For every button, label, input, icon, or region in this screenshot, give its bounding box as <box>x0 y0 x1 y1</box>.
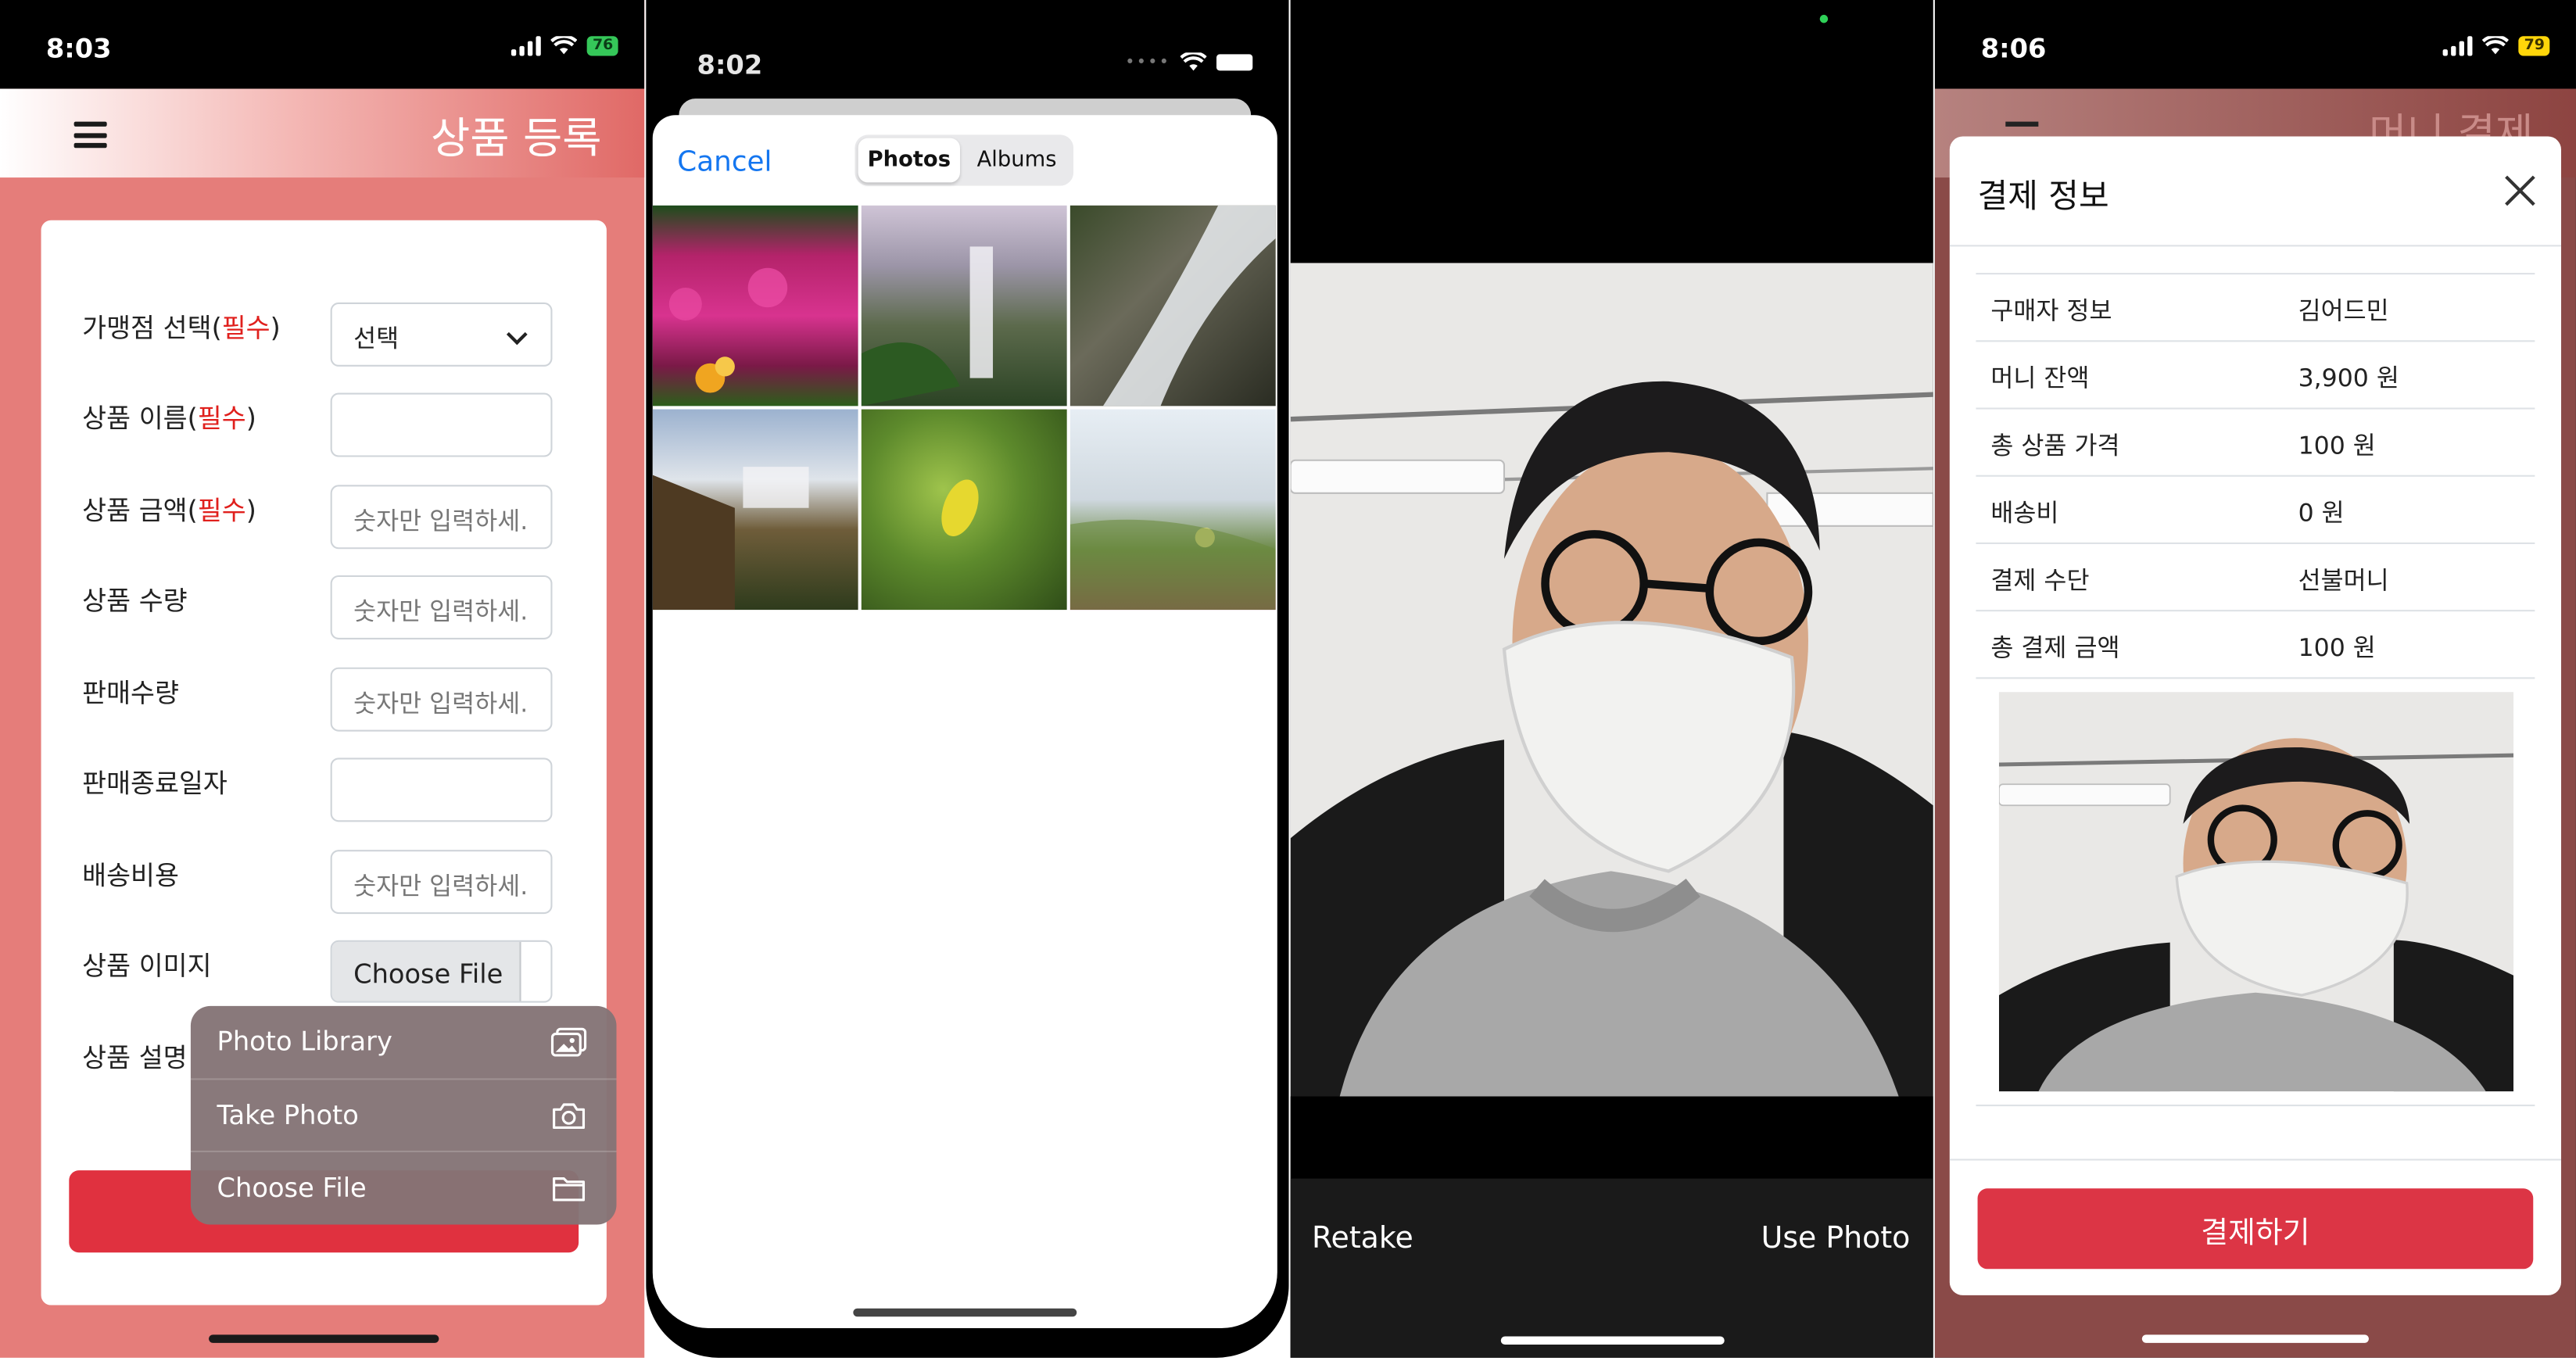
menu-item-photo-library[interactable]: Photo Library <box>191 1006 617 1079</box>
wifi-icon <box>1180 52 1207 71</box>
wifi-icon <box>2483 36 2510 55</box>
battery-icon <box>1216 54 1253 71</box>
payment-info-screen: 8:06 79 머니 결제 결제 정보 구매자 정보 김어드민 머니 잔액 3,90… <box>1934 0 2576 1358</box>
tab-photos[interactable]: Photos <box>858 138 960 183</box>
sale-quantity-label: 판매수량 <box>82 677 179 709</box>
status-time: 8:06 <box>1980 33 2047 65</box>
store-select-label: 가맹점 선택(필수) <box>82 312 281 344</box>
product-image-file-input[interactable]: Choose File <box>330 940 553 1003</box>
product-image-label: 상품 이미지 <box>82 950 212 982</box>
table-row: 배송비 0 원 <box>1976 475 2535 543</box>
file-source-menu: Photo Library Take Photo Choose File <box>190 1005 617 1225</box>
retake-button[interactable]: Retake <box>1312 1221 1413 1255</box>
tab-albums[interactable]: Albums <box>963 138 1070 183</box>
screenshot-collage: 8:03 76 상품 등록 가맹점 선택(필수) 선택 상품 이름(필수) 상품… <box>0 0 2576 1358</box>
status-bar: 8:02 •••• <box>646 0 1288 115</box>
battery-icon: 76 <box>587 36 618 56</box>
home-indicator <box>209 1334 439 1343</box>
camera-controls-bar: Retake Use Photo <box>1290 1178 1933 1358</box>
status-bar: 8:03 76 <box>0 0 645 89</box>
product-name-label: 상품 이름(필수) <box>82 403 256 435</box>
table-row: 총 결제 금액 100 원 <box>1976 610 2535 677</box>
sale-end-date-input[interactable] <box>330 758 553 822</box>
product-quantity-input[interactable]: 숫자만 입력하세. <box>330 575 553 639</box>
chevron-down-icon <box>506 324 528 346</box>
status-bar: 8:06 79 <box>1934 0 2576 89</box>
signal-icon <box>511 36 542 56</box>
product-name-input[interactable] <box>330 392 553 457</box>
product-description-label: 상품 설명 <box>82 1042 188 1074</box>
product-price-label: 상품 금액(필수) <box>82 494 256 526</box>
camera-icon <box>553 1103 586 1130</box>
table-row: 구매자 정보 김어드민 <box>1976 273 2535 340</box>
status-time: 8:02 <box>697 49 763 81</box>
folder-icon <box>553 1177 586 1202</box>
page-title: 상품 등록 <box>431 115 602 165</box>
choose-file-button[interactable]: Choose File <box>331 941 521 1001</box>
photo-picker-screen: 8:02 •••• Cancel Photos Albums <box>646 0 1289 1358</box>
home-indicator <box>853 1308 1077 1317</box>
sale-end-date-label: 판매종료일자 <box>82 767 228 799</box>
home-indicator <box>1500 1336 1725 1345</box>
app-header: 상품 등록 <box>0 88 645 178</box>
home-indicator <box>2141 1334 2369 1343</box>
camera-indicator-dot <box>1819 14 1829 23</box>
product-quantity-label: 상품 수량 <box>82 585 188 617</box>
battery-icon: 79 <box>2519 36 2550 56</box>
table-row: 머니 잔액 3,900 원 <box>1976 340 2535 407</box>
menu-item-choose-file[interactable]: Choose File <box>190 1150 617 1223</box>
store-select[interactable]: 선택 <box>330 302 553 367</box>
photo-thumbnail[interactable] <box>652 205 858 407</box>
table-row: 총 상품 가격 100 원 <box>1976 407 2535 475</box>
wifi-icon <box>551 36 579 55</box>
captured-photo <box>1290 263 1933 1097</box>
picker-segmented-control: Photos Albums <box>854 134 1074 186</box>
product-register-screen: 8:03 76 상품 등록 가맹점 선택(필수) 선택 상품 이름(필수) 상품… <box>0 0 645 1358</box>
camera-preview-screen: Retake Use Photo <box>1290 0 1933 1358</box>
modal-title: 결제 정보 <box>1977 175 2109 216</box>
photo-library-icon <box>550 1027 587 1057</box>
pay-button[interactable]: 결제하기 <box>1977 1188 2534 1270</box>
photo-thumbnail[interactable] <box>861 205 1067 407</box>
product-price-input[interactable]: 숫자만 입력하세. <box>330 485 553 550</box>
payment-info-modal: 결제 정보 구매자 정보 김어드민 머니 잔액 3,900 원 총 상품 가격 100… <box>1949 136 2562 1295</box>
photo-thumbnail[interactable] <box>1069 409 1276 611</box>
hamburger-icon[interactable] <box>73 121 107 149</box>
table-row: 결제 수단 선불머니 <box>1976 542 2535 610</box>
photo-thumbnail[interactable] <box>861 409 1067 611</box>
sale-quantity-input[interactable]: 숫자만 입력하세. <box>330 667 553 732</box>
photo-picker-sheet: Cancel Photos Albums <box>652 115 1277 1328</box>
hamburger-icon <box>2005 121 2039 127</box>
menu-item-take-photo[interactable]: Take Photo <box>190 1078 617 1151</box>
photo-thumbnail[interactable] <box>652 409 858 611</box>
shipping-cost-label: 배송비용 <box>82 859 179 891</box>
signal-icon <box>2443 36 2474 56</box>
close-icon[interactable] <box>2506 176 2535 206</box>
shipping-cost-input[interactable]: 숫자만 입력하세. <box>330 850 553 915</box>
status-time: 8:03 <box>45 33 112 65</box>
cancel-button[interactable]: Cancel <box>677 146 772 179</box>
product-image-preview <box>1998 692 2514 1092</box>
signal-icon: •••• <box>1125 53 1171 72</box>
photo-thumbnail[interactable] <box>1069 205 1276 407</box>
use-photo-button[interactable]: Use Photo <box>1761 1221 1911 1255</box>
